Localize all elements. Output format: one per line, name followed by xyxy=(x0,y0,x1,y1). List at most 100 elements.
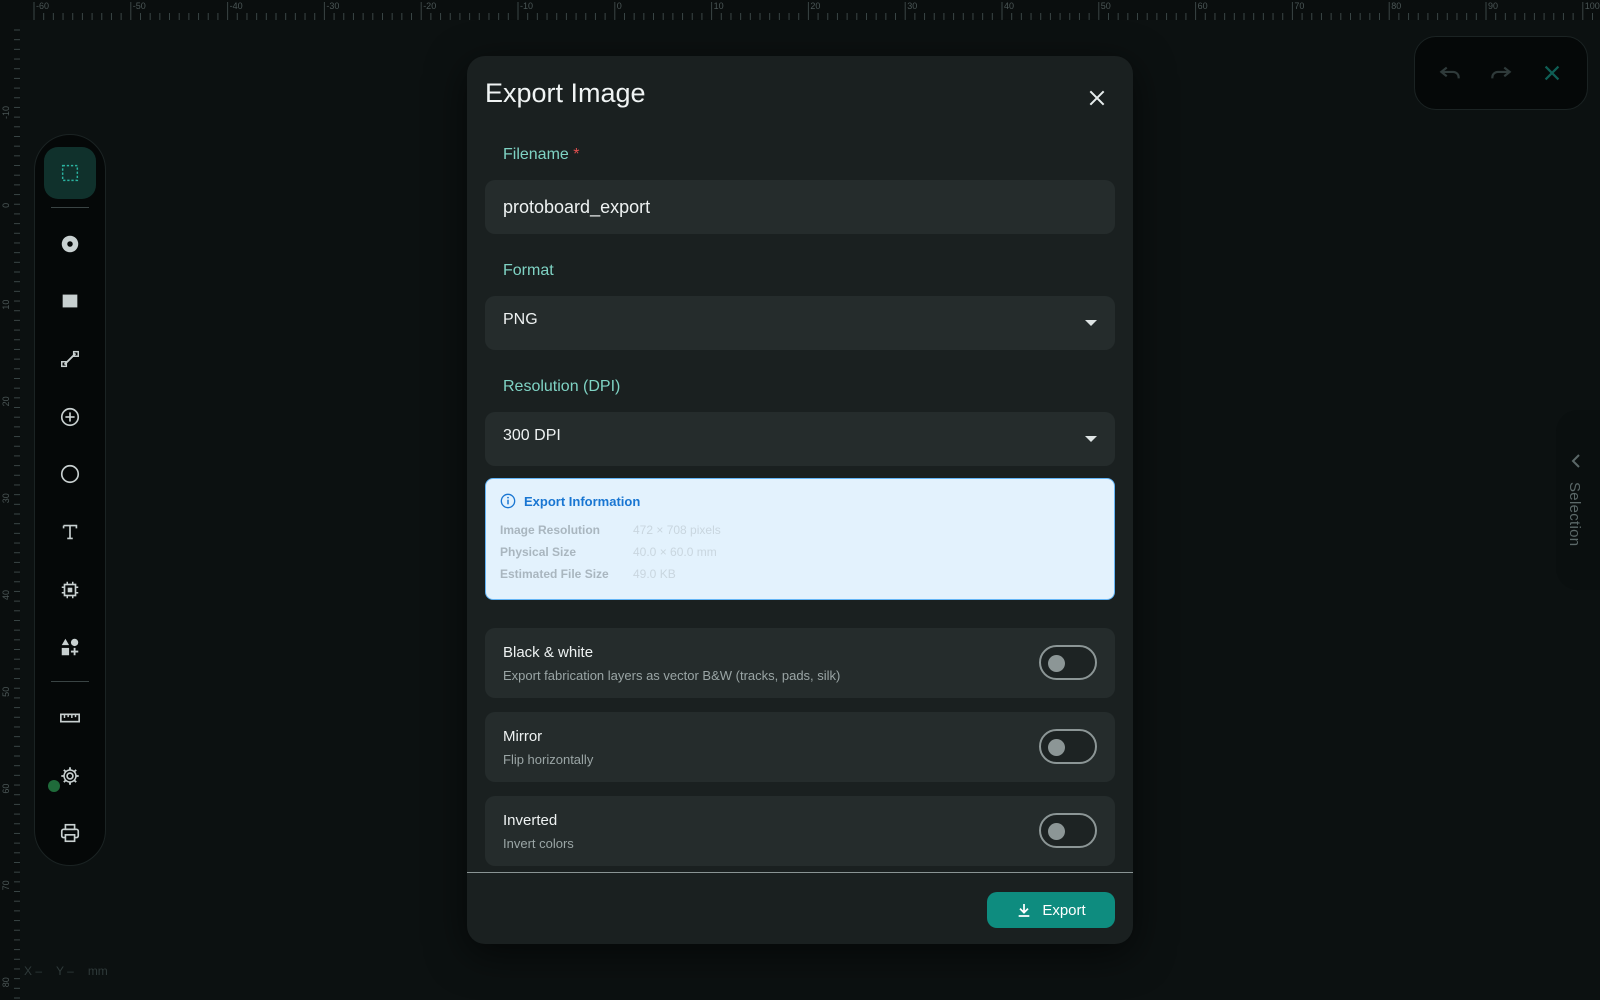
info-row-estimated-file-size: Estimated File Size 49.0 KB xyxy=(500,567,676,581)
mirror-toggle[interactable] xyxy=(1039,729,1097,764)
chevron-left-icon xyxy=(1570,454,1582,471)
coord-y: Y – xyxy=(56,964,74,978)
ruler-tick-label: -10 xyxy=(520,1,533,11)
text-icon xyxy=(62,524,78,540)
select-tool[interactable] xyxy=(44,147,96,199)
pad-icon xyxy=(61,235,79,252)
undo-button[interactable] xyxy=(1432,55,1468,91)
required-mark: * xyxy=(573,146,580,163)
circle-icon xyxy=(60,465,80,484)
info-value: 49.0 KB xyxy=(633,567,676,581)
gear-icon xyxy=(61,766,79,785)
selection-panel-tab[interactable]: Selection xyxy=(1556,410,1600,590)
black-white-option: Black & white Export fabrication layers … xyxy=(485,628,1115,698)
format-select[interactable]: PNG xyxy=(485,296,1115,350)
dropdown-caret-icon xyxy=(1085,436,1097,442)
ruler-tick-label: 20 xyxy=(810,1,820,11)
option-subtitle: Flip horizontally xyxy=(503,752,594,767)
toolbar-divider xyxy=(51,206,89,208)
ruler-tick-label: 100 xyxy=(1585,1,1600,11)
export-button[interactable]: Export xyxy=(987,892,1115,928)
selection-box-icon xyxy=(61,164,79,181)
ruler-tick-label: -50 xyxy=(133,1,146,11)
printer-icon xyxy=(60,824,80,843)
export-button-label: Export xyxy=(1042,901,1086,919)
info-key: Estimated File Size xyxy=(500,567,609,581)
option-subtitle: Invert colors xyxy=(503,836,574,851)
inverted-toggle[interactable] xyxy=(1039,813,1097,848)
ruler-tick-label: 50 xyxy=(1101,1,1111,11)
ruler-tick-label: -10 xyxy=(1,106,11,119)
ruler-tick-label: 10 xyxy=(714,1,724,11)
shapes-tool[interactable] xyxy=(44,621,96,673)
ruler-tick-label: 90 xyxy=(1488,1,1498,11)
left-ruler-ticks: -10 0 10 20 30 40 50 60 70 80 xyxy=(1,29,20,999)
text-tool[interactable] xyxy=(44,506,96,558)
selection-panel-label: Selection xyxy=(1566,482,1583,547)
top-ruler-ticks: -60 -50 -40 -30 -20 -10 0 10 20 30 40 50 60 70 80 90 100 xyxy=(33,1,1600,20)
track-tool[interactable] xyxy=(44,333,96,385)
export-image-dialog: Export Image Filename * Format PNG Resol… xyxy=(467,56,1133,944)
circle-tool[interactable] xyxy=(44,448,96,500)
ruler-tick-label: 40 xyxy=(1,590,11,600)
ruler-tick-label: 30 xyxy=(1,493,11,503)
via-icon xyxy=(60,407,80,426)
filename-input[interactable] xyxy=(503,196,1097,218)
shapes-icon xyxy=(61,638,79,656)
info-row-physical-size: Physical Size 40.0 × 60.0 mm xyxy=(500,545,717,559)
undo-icon xyxy=(1439,66,1461,79)
info-icon xyxy=(500,493,516,509)
dialog-close-button[interactable] xyxy=(1079,80,1115,116)
info-value: 40.0 × 60.0 mm xyxy=(633,545,717,559)
export-information-box: Export Information Image Resolution 472 … xyxy=(485,478,1115,600)
info-row-image-resolution: Image Resolution 472 × 708 pixels xyxy=(500,523,721,537)
ruler-tick-label: 20 xyxy=(1,396,11,406)
redo-button[interactable] xyxy=(1483,55,1519,91)
black-white-toggle[interactable] xyxy=(1039,645,1097,680)
ruler-tick-label: 40 xyxy=(1004,1,1014,11)
resolution-selected-value: 300 DPI xyxy=(503,427,561,444)
export-information-header: Export Information xyxy=(500,493,640,509)
history-actions xyxy=(1414,36,1588,110)
top-ruler: -60 -50 -40 -30 -20 -10 0 10 20 30 40 50 60 70 80 90 100 xyxy=(0,0,1600,20)
coord-x: X – xyxy=(24,964,43,978)
chip-icon xyxy=(61,581,79,598)
close-editor-button[interactable] xyxy=(1534,55,1570,91)
format-label: Format xyxy=(503,262,554,279)
ruler-tick-label: 0 xyxy=(617,1,622,11)
close-icon xyxy=(1089,90,1105,106)
measure-tool[interactable] xyxy=(44,692,96,744)
toggle-knob xyxy=(1048,823,1065,840)
track-icon xyxy=(61,350,79,367)
option-title: Mirror xyxy=(503,728,543,745)
left-ruler: -10 0 10 20 30 40 50 60 70 80 xyxy=(0,20,20,1000)
ruler-tick-label: 50 xyxy=(1,687,11,697)
ruler-tick-label: 0 xyxy=(1,203,11,208)
ruler-tick-label: -40 xyxy=(230,1,243,11)
ruler-tick-label: -30 xyxy=(326,1,339,11)
ruler-tick-label: 70 xyxy=(1,880,11,890)
info-value: 472 × 708 pixels xyxy=(633,523,721,537)
resolution-label: Resolution (DPI) xyxy=(503,378,621,395)
pad-tool[interactable] xyxy=(44,218,96,270)
filename-label-text: Filename xyxy=(503,146,569,163)
settings-tool[interactable] xyxy=(44,750,96,802)
ruler-tick-label: 70 xyxy=(1294,1,1304,11)
print-tool[interactable] xyxy=(44,807,96,859)
resolution-select[interactable]: 300 DPI xyxy=(485,412,1115,466)
toggle-knob xyxy=(1048,655,1065,672)
component-tool[interactable] xyxy=(44,564,96,616)
ruler-tick-label: 30 xyxy=(907,1,917,11)
filename-field-container xyxy=(485,180,1115,234)
rectangle-icon xyxy=(62,294,78,308)
info-key: Physical Size xyxy=(500,545,577,559)
rectangle-tool[interactable] xyxy=(44,275,96,327)
option-title: Black & white xyxy=(503,644,594,661)
via-tool[interactable] xyxy=(44,391,96,443)
option-title: Inverted xyxy=(503,812,558,829)
option-subtitle: Export fabrication layers as vector B&W … xyxy=(503,668,841,683)
coord-unit: mm xyxy=(87,964,108,978)
download-icon xyxy=(1018,904,1030,917)
ruler-tick-label: 80 xyxy=(1391,1,1401,11)
ruler-tick-label: 10 xyxy=(1,300,11,310)
